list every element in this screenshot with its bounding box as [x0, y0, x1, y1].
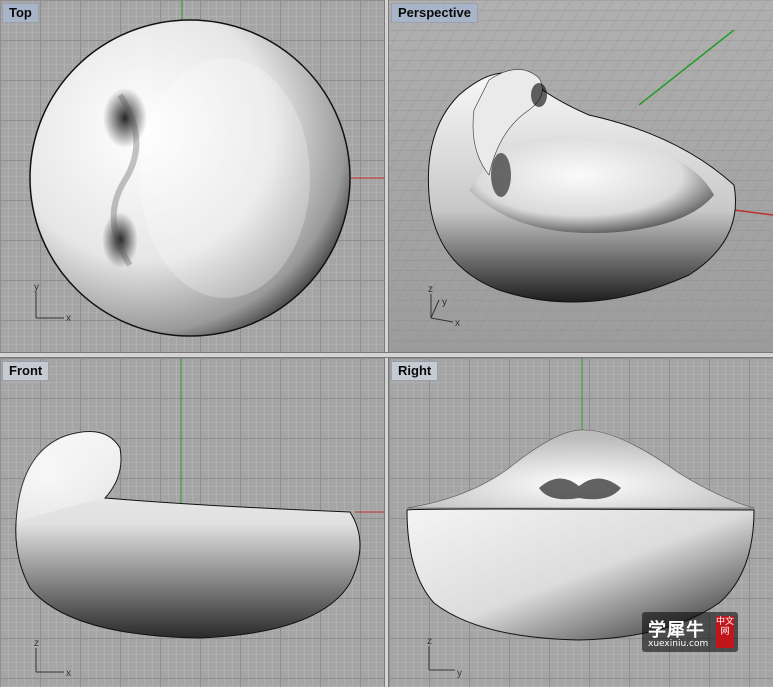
watermark-url: xuexiniu.com [648, 639, 709, 649]
viewport-splitter-horizontal[interactable] [0, 352, 773, 358]
viewport-title-top[interactable]: Top [2, 3, 39, 23]
axis-gizmo [35, 292, 64, 319]
viewport-top[interactable]: y x Top [0, 0, 384, 352]
front-view-canvas [15, 358, 384, 673]
viewport-title-front[interactable]: Front [2, 361, 50, 381]
viewport-title-perspective[interactable]: Perspective [391, 3, 478, 23]
viewport-title-right[interactable]: Right [391, 361, 439, 381]
viewport-perspective[interactable]: z y x Perspective [389, 0, 773, 352]
viewport-front[interactable]: z x Front [0, 358, 384, 687]
top-view-canvas [29, 0, 384, 337]
axis-gizmo [35, 648, 64, 673]
watermark-badge: 中文网 [716, 616, 734, 648]
watermark-logo: 学犀牛 xuexiniu.com 中文网 [642, 612, 738, 652]
axis-gizmo [428, 646, 455, 671]
viewport-splitter-vertical[interactable] [384, 0, 389, 687]
perspective-view-canvas [389, 0, 773, 352]
bowl-shading [103, 88, 147, 148]
